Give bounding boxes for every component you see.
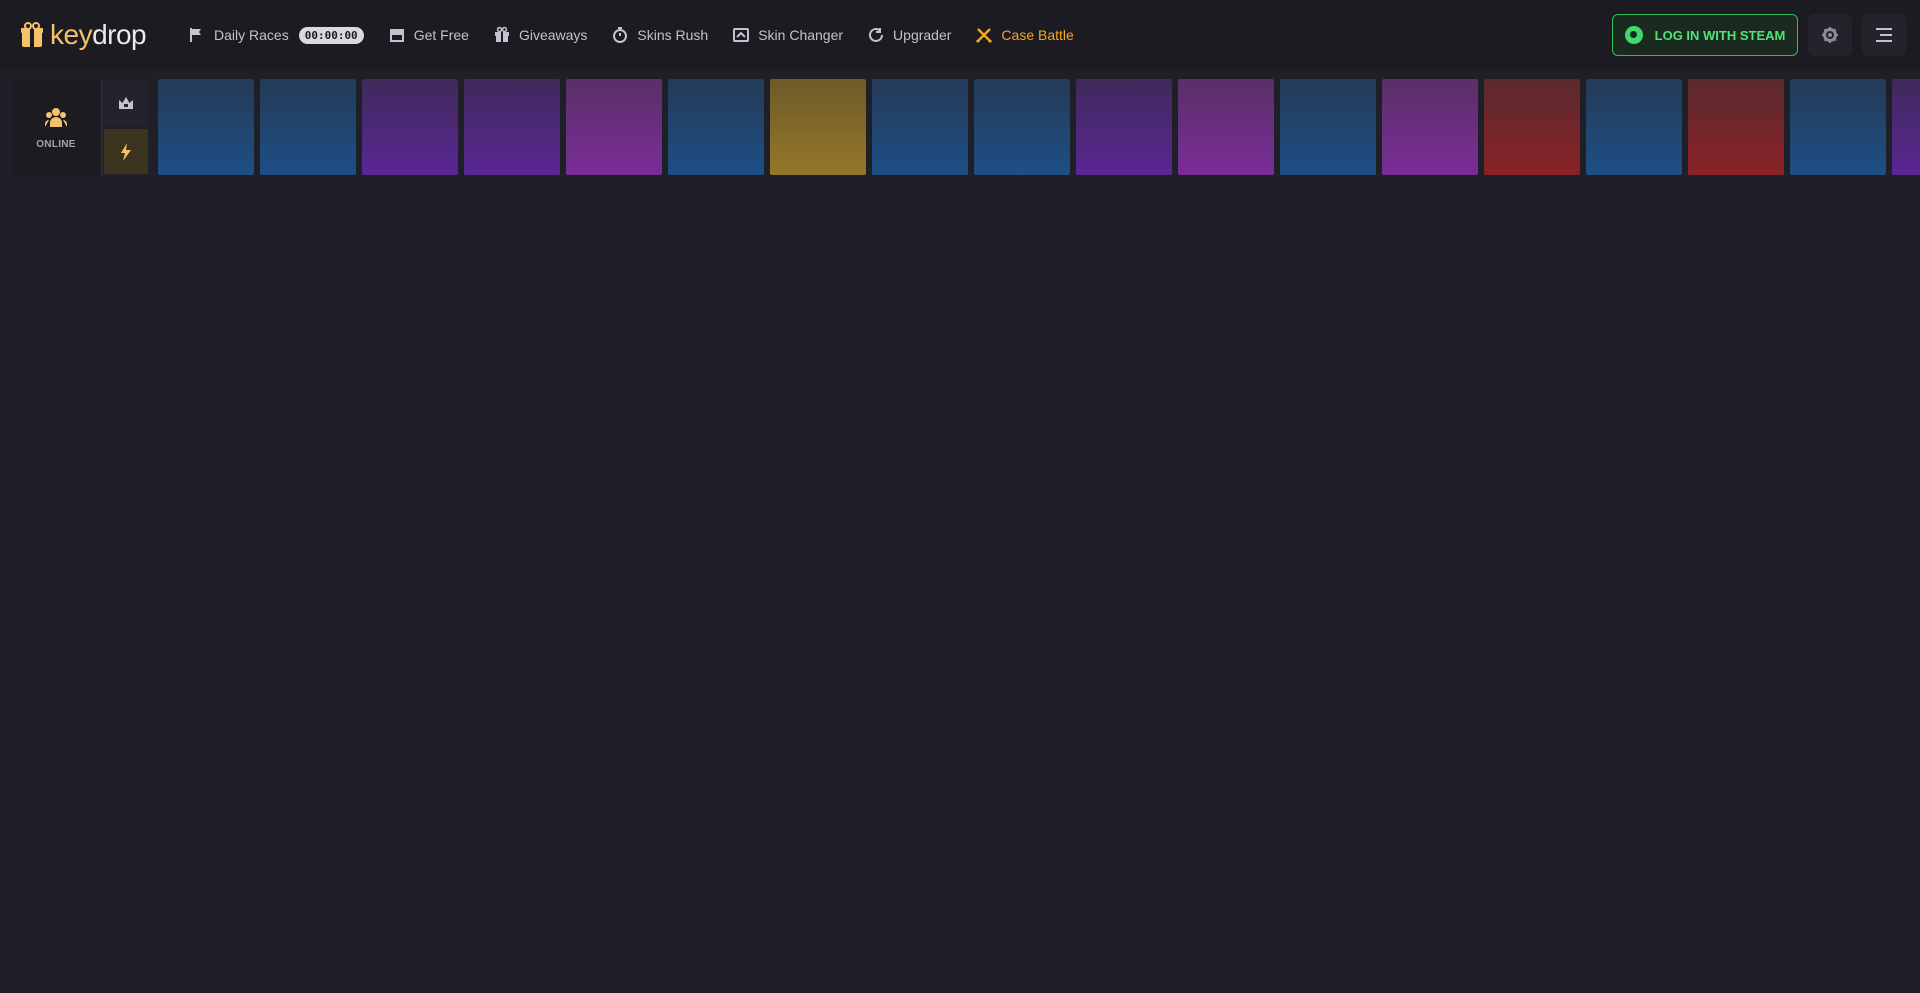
login-with-steam-button[interactable]: LOG IN WITH STEAM <box>1612 14 1798 56</box>
flag-icon <box>190 28 201 42</box>
drop-card[interactable] <box>158 79 254 175</box>
drop-card[interactable] <box>1382 79 1478 175</box>
nav-giveaways[interactable]: Giveaways <box>481 0 599 70</box>
nav-case-battle[interactable]: Case Battle <box>963 0 1085 70</box>
nav-case-battle-label: Case Battle <box>1001 27 1074 43</box>
drop-card[interactable] <box>1790 79 1886 175</box>
tab-live-drops[interactable] <box>104 129 148 174</box>
menu-button[interactable] <box>1862 14 1906 56</box>
drop-card[interactable] <box>1484 79 1580 175</box>
sidebar-divider <box>101 80 103 176</box>
online-label: ONLINE <box>36 138 76 150</box>
gear-icon <box>1822 27 1838 43</box>
drop-card[interactable] <box>260 79 356 175</box>
drop-card[interactable] <box>974 79 1070 175</box>
drop-card[interactable] <box>872 79 968 175</box>
drop-card[interactable] <box>1688 79 1784 175</box>
nav-skins-rush-label: Skins Rush <box>637 27 709 43</box>
hamburger-menu-icon <box>1876 28 1892 42</box>
drop-card[interactable] <box>1178 79 1274 175</box>
logo-text-drop: drop <box>92 19 147 50</box>
gift-icon <box>494 26 509 42</box>
refresh-icon <box>869 27 884 42</box>
nav-upgrader[interactable]: Upgrader <box>855 0 963 70</box>
live-drops-strip <box>158 79 1920 175</box>
drop-card[interactable] <box>1076 79 1172 175</box>
stopwatch-icon <box>613 27 628 43</box>
keydrop-logo[interactable]: keydrop <box>20 18 147 52</box>
nav-daily-races-label: Daily Races <box>214 27 289 43</box>
steam-icon <box>1624 26 1643 44</box>
nav-giveaways-label: Giveaways <box>518 27 588 43</box>
drop-card[interactable] <box>566 79 662 175</box>
swap-icon <box>733 28 750 42</box>
drop-card[interactable] <box>1280 79 1376 175</box>
nav-upgrader-label: Upgrader <box>893 27 952 43</box>
nav-get-free-label: Get Free <box>413 27 469 43</box>
drop-card[interactable] <box>668 79 764 175</box>
nav-skins-rush[interactable]: Skins Rush <box>599 0 720 70</box>
online-panel[interactable]: ONLINE <box>12 80 100 176</box>
tab-top-drops[interactable] <box>104 80 148 125</box>
drop-card[interactable] <box>1586 79 1682 175</box>
nav-get-free[interactable]: Get Free <box>376 0 481 70</box>
nav-skin-changer-label: Skin Changer <box>758 27 844 43</box>
daily-races-timer: 00:00:00 <box>298 26 364 44</box>
nav-daily-races[interactable]: Daily Races 00:00:00 <box>176 0 376 70</box>
box-icon <box>389 29 404 42</box>
login-with-steam-label: LOG IN WITH STEAM <box>1654 27 1786 43</box>
crown-icon <box>119 96 133 109</box>
drop-card[interactable] <box>362 79 458 175</box>
drop-card[interactable] <box>1892 79 1920 175</box>
crossed-swords-icon <box>976 28 993 44</box>
drop-card[interactable] <box>770 79 866 175</box>
settings-button[interactable] <box>1808 14 1852 56</box>
main-nav: Daily Races 00:00:00 Get Free Giveaways … <box>176 0 1086 70</box>
top-navigation-bar: keydrop Daily Races 00:00:00 Get Free Gi… <box>0 0 1920 70</box>
users-icon <box>45 107 67 127</box>
gift-logo-icon <box>21 22 43 47</box>
drop-card[interactable] <box>464 79 560 175</box>
lightning-icon <box>121 142 131 161</box>
logo-text-key: key <box>50 19 93 50</box>
nav-skin-changer[interactable]: Skin Changer <box>720 0 855 70</box>
